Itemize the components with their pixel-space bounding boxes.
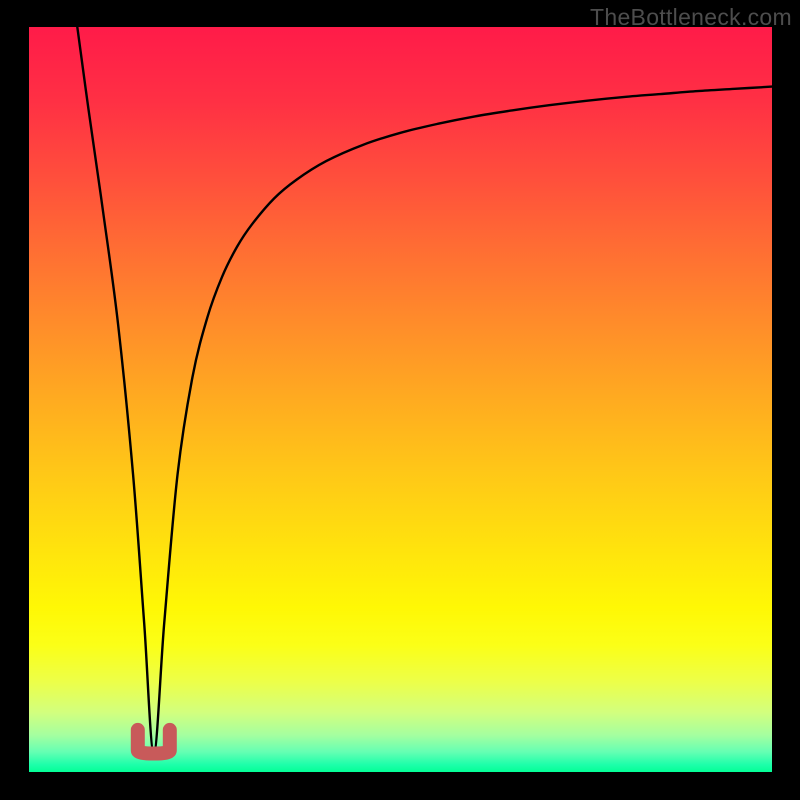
plot-area	[29, 27, 772, 772]
chart-frame: TheBottleneck.com	[0, 0, 800, 800]
plot-svg	[29, 27, 772, 772]
gradient-background	[29, 27, 772, 772]
watermark-text: TheBottleneck.com	[590, 4, 792, 31]
